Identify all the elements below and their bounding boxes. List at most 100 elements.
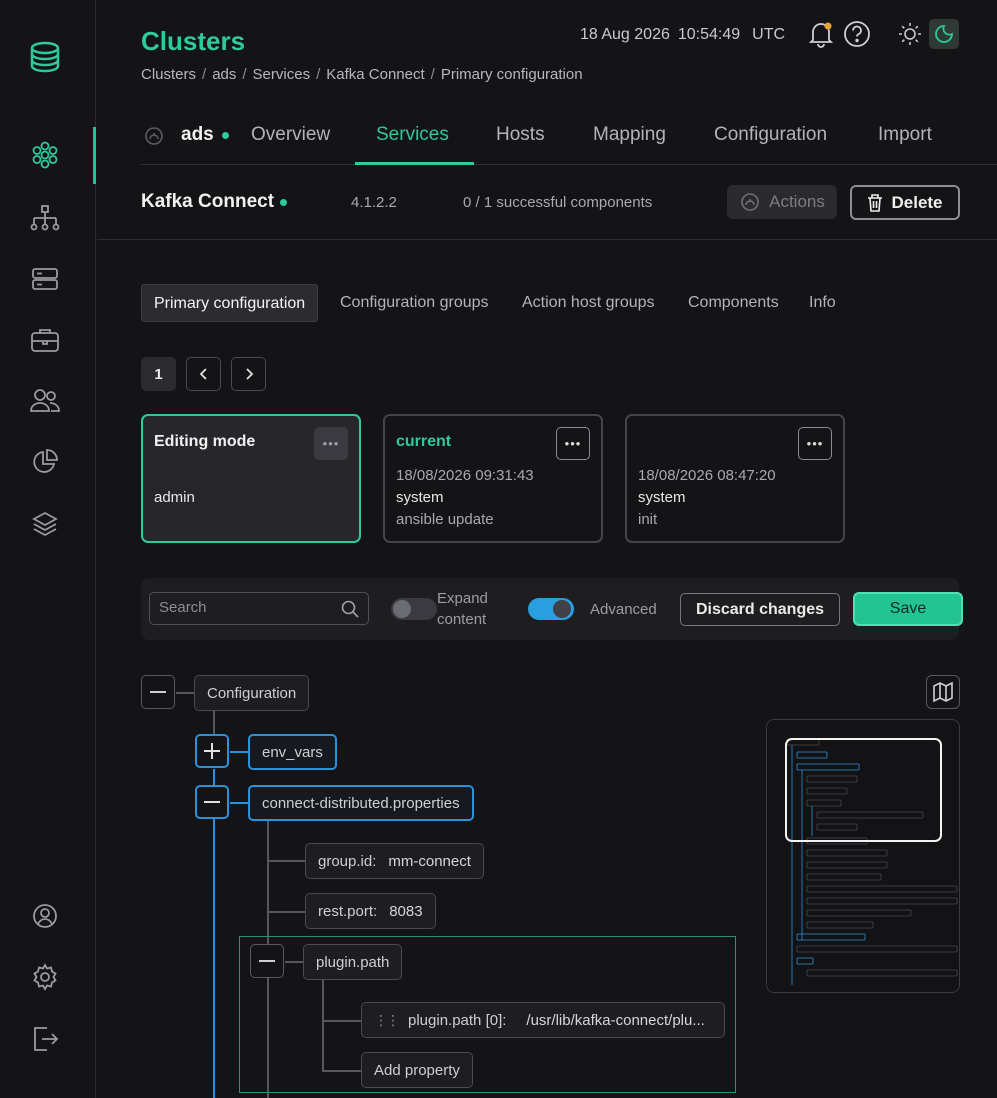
field-value: mm-connect: [388, 852, 471, 870]
minus-icon: [259, 960, 275, 962]
subtab-info[interactable]: Info: [809, 284, 836, 322]
breadcrumb-clusters[interactable]: Clusters: [141, 66, 196, 83]
card-description: init: [638, 511, 658, 528]
cluster-status-icon: [143, 125, 165, 152]
config-card-current[interactable]: current 18/08/2026 09:31:43 system ansib…: [383, 414, 603, 543]
settings-gear-icon[interactable]: [28, 960, 62, 994]
card-menu-button[interactable]: •••: [556, 427, 590, 460]
hierarchy-icon[interactable]: [28, 201, 62, 235]
more-dots-icon: •••: [322, 436, 340, 451]
expand-content-label: Expand content: [437, 590, 488, 628]
search-icon: [341, 599, 359, 629]
clusters-icon[interactable]: [28, 138, 62, 172]
breadcrumb-service[interactable]: Kafka Connect: [326, 66, 424, 83]
minimap[interactable]: [766, 719, 960, 993]
card-menu-button[interactable]: •••: [798, 427, 832, 460]
tree-field-group-id[interactable]: group.id: mm-connect: [305, 843, 484, 879]
page-number-button[interactable]: 1: [141, 357, 176, 391]
light-theme-icon[interactable]: [895, 19, 925, 49]
tree-field-plugin-path-item[interactable]: ⋮⋮ plugin.path [0]: /usr/lib/kafka-conne…: [361, 1002, 725, 1038]
add-property-button[interactable]: Add property: [361, 1052, 473, 1088]
trash-icon: [868, 193, 883, 212]
cluster-status-dot: [222, 132, 229, 139]
cluster-name: ads: [181, 124, 214, 145]
tree-node-connect-distributed-properties[interactable]: connect-distributed.properties: [248, 785, 474, 821]
config-card-init[interactable]: 18/08/2026 08:47:20 system init •••: [625, 414, 845, 543]
briefcase-icon[interactable]: [28, 323, 62, 357]
delete-button-label: Delete: [891, 192, 943, 212]
search-input[interactable]: Search: [149, 592, 369, 625]
minimap-viewport[interactable]: [785, 738, 942, 842]
help-icon[interactable]: [842, 19, 872, 49]
breadcrumb-current: Primary configuration: [440, 66, 583, 83]
expand-env-vars-button[interactable]: [195, 734, 229, 768]
subtab-primary-configuration[interactable]: Primary configuration: [141, 284, 319, 322]
components-status[interactable]: 0 / 1 successful components: [463, 194, 652, 211]
actions-button[interactable]: Actions: [727, 185, 837, 219]
tab-hosts[interactable]: Hosts: [496, 124, 545, 146]
card-title: Editing mode: [154, 433, 256, 450]
drag-handle-icon[interactable]: ⋮⋮: [374, 1012, 400, 1029]
tab-configuration[interactable]: Configuration: [714, 124, 827, 146]
collapse-plugin-path-button[interactable]: [250, 944, 284, 978]
dark-theme-icon[interactable]: [929, 19, 959, 49]
minus-icon: [204, 801, 220, 803]
service-version: 4.1.2.2: [351, 194, 397, 211]
field-key: rest.port:: [318, 902, 378, 920]
field-key: group.id:: [318, 852, 377, 870]
collapse-configuration-button[interactable]: [141, 675, 175, 709]
logout-icon[interactable]: [28, 1022, 62, 1056]
tab-services[interactable]: Services: [376, 124, 449, 146]
chevron-right-icon: [245, 368, 253, 380]
pie-chart-icon[interactable]: [28, 445, 62, 479]
discard-changes-button[interactable]: Discard changes: [680, 593, 840, 626]
clock: 18 Aug 2026 10:54:49 UTC: [580, 26, 785, 44]
collapse-connect-distributed-button[interactable]: [195, 785, 229, 819]
card-user: admin: [154, 489, 195, 506]
tree-node-configuration[interactable]: Configuration: [194, 675, 310, 711]
hosts-icon[interactable]: [28, 262, 62, 296]
advanced-toggle[interactable]: [528, 598, 574, 620]
users-icon[interactable]: [28, 384, 62, 418]
tab-mapping[interactable]: Mapping: [593, 124, 666, 146]
subtab-components[interactable]: Components: [688, 284, 779, 322]
card-title: current: [396, 433, 452, 450]
next-page-button[interactable]: [231, 357, 266, 391]
service-status-dot: [280, 199, 287, 206]
advanced-label: Advanced: [590, 601, 657, 618]
clock-timezone: UTC: [752, 26, 786, 43]
profile-icon[interactable]: [28, 899, 62, 933]
notifications-bell-icon[interactable]: [806, 19, 836, 49]
tab-overview[interactable]: Overview: [251, 124, 330, 146]
breadcrumb-cluster[interactable]: ads: [212, 66, 236, 83]
card-user: system: [638, 489, 686, 506]
card-user: system: [396, 489, 444, 506]
prev-page-button[interactable]: [186, 357, 221, 391]
tab-import[interactable]: Import: [878, 124, 932, 146]
tree-node-plugin-path[interactable]: plugin.path: [303, 944, 403, 980]
tree-node-env-vars[interactable]: env_vars: [248, 734, 337, 770]
save-button[interactable]: Save: [853, 592, 963, 626]
breadcrumb-services[interactable]: Services: [253, 66, 311, 83]
config-card-editing[interactable]: Editing mode admin •••: [141, 414, 361, 543]
more-dots-icon: •••: [564, 436, 582, 451]
layers-icon[interactable]: [28, 507, 62, 541]
actions-icon: [741, 193, 759, 211]
card-menu-button[interactable]: •••: [314, 427, 348, 460]
config-pager: 1: [141, 357, 266, 391]
toggle-minimap-button[interactable]: [926, 675, 960, 709]
subtab-action-host-groups[interactable]: Action host groups: [522, 284, 655, 322]
delete-button[interactable]: Delete: [850, 185, 960, 220]
config-toolbar: Search Expand content Advanced Discard ch…: [141, 578, 963, 640]
tree-field-rest-port[interactable]: rest.port: 8083: [305, 893, 436, 929]
page-title: Clusters: [141, 26, 246, 56]
field-value: 8083: [389, 902, 423, 920]
expand-content-toggle[interactable]: [391, 598, 437, 620]
map-icon: [933, 681, 953, 703]
subtab-configuration-groups[interactable]: Configuration groups: [340, 284, 489, 322]
clock-time: 10:54:49: [677, 26, 741, 43]
chevron-left-icon: [199, 368, 207, 380]
sidebar: [0, 0, 96, 1098]
plus-icon: [204, 743, 220, 759]
database-logo-icon[interactable]: [28, 41, 62, 75]
